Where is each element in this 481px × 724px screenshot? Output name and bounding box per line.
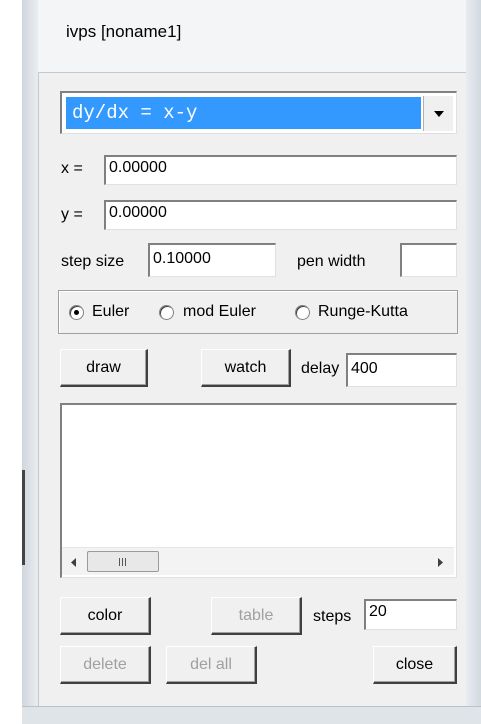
- grip-icon: [119, 557, 126, 566]
- arrow-right-icon: [438, 557, 443, 567]
- del-all-button[interactable]: del all: [166, 646, 257, 684]
- step-size-input[interactable]: 0.10000: [148, 243, 276, 277]
- window-frame-right: [466, 0, 481, 724]
- radio-euler[interactable]: [69, 305, 84, 320]
- radio-mod-euler[interactable]: [159, 305, 174, 320]
- x-input[interactable]: 0.00000: [104, 155, 457, 185]
- arrow-left-icon: [71, 557, 76, 567]
- equation-selected-value: dy/dx = x-y: [66, 97, 421, 129]
- draw-button[interactable]: draw: [60, 349, 148, 387]
- y-label: y =: [61, 206, 83, 223]
- x-label: x =: [61, 160, 83, 177]
- steps-label: steps: [313, 608, 352, 625]
- window-frame-left: [22, 0, 38, 724]
- steps-input[interactable]: 20: [364, 599, 457, 630]
- table-button[interactable]: table: [211, 597, 302, 635]
- horizontal-scrollbar[interactable]: [62, 547, 454, 575]
- delete-button[interactable]: delete: [60, 646, 151, 684]
- equation-combobox[interactable]: dy/dx = x-y: [60, 91, 457, 134]
- dropdown-button[interactable]: [423, 96, 453, 131]
- scroll-thumb[interactable]: [87, 551, 159, 572]
- pen-width-label: pen width: [297, 253, 366, 270]
- color-button[interactable]: color: [60, 597, 151, 635]
- window-edge-shadow: [22, 470, 25, 565]
- method-radio-group: Euler mod Euler Runge-Kutta: [58, 290, 458, 334]
- window-title: ivps [noname1]: [66, 22, 182, 41]
- radio-euler-label[interactable]: Euler: [92, 303, 129, 321]
- pen-width-input[interactable]: [400, 243, 457, 277]
- scroll-right-button[interactable]: [430, 552, 450, 572]
- radio-mod-euler-label[interactable]: mod Euler: [183, 303, 256, 321]
- chevron-down-icon: [433, 110, 444, 117]
- radio-runge-kutta[interactable]: [295, 305, 310, 320]
- radio-selected-dot: [74, 310, 79, 315]
- delay-input[interactable]: 400: [346, 353, 457, 387]
- window-frame-bottom: [22, 706, 481, 724]
- watch-button[interactable]: watch: [201, 349, 291, 387]
- radio-runge-kutta-label[interactable]: Runge-Kutta: [318, 303, 408, 321]
- close-button[interactable]: close: [373, 646, 457, 684]
- scroll-left-button[interactable]: [64, 552, 84, 572]
- y-input[interactable]: 0.00000: [104, 200, 457, 230]
- dialog-client-area: dy/dx = x-y x = 0.00000 y = 0.00000 step…: [38, 72, 466, 706]
- title-bar[interactable]: ivps [noname1]: [38, 0, 466, 72]
- step-size-label: step size: [61, 253, 125, 270]
- delay-label: delay: [301, 360, 340, 377]
- output-listbox[interactable]: [60, 403, 457, 578]
- ivps-window: ivps [noname1] dy/dx = x-y x = 0.00000 y…: [0, 0, 481, 724]
